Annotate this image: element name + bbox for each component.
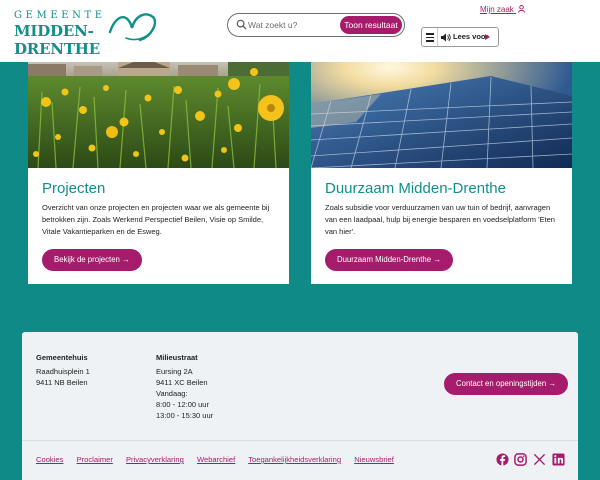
footer-link-privacy[interactable]: Privacyverklaring bbox=[126, 455, 184, 464]
duurzaam-text: Zoals subsidie voor verduurzamen van uw … bbox=[325, 203, 555, 237]
read-aloud-menu-button[interactable] bbox=[422, 28, 438, 46]
site-logo[interactable]: GEMEENTE MIDDEN-DRENTHE bbox=[14, 10, 156, 58]
milieustraat-title: Milieustraat bbox=[156, 353, 198, 362]
duurzaam-card: Duurzaam Midden-Drenthe Zoals subsidie v… bbox=[311, 62, 572, 284]
site-header: GEMEENTE MIDDEN-DRENTHE Wat zoekt u? Too… bbox=[0, 0, 600, 62]
milieustraat-address: Milieustraat Eursing 2A 9411 XC Beilen V… bbox=[156, 352, 213, 421]
play-icon[interactable] bbox=[485, 34, 490, 40]
milieustraat-today: Vandaag: bbox=[156, 389, 188, 398]
read-aloud-button[interactable]: Lees voor bbox=[453, 32, 488, 41]
footer-link-proclaimer[interactable]: Proclaimer bbox=[77, 455, 113, 464]
facebook-icon[interactable] bbox=[496, 453, 509, 466]
linkedin-icon[interactable] bbox=[552, 453, 565, 466]
site-footer: Gemeentehuis Raadhuisplein 1 9411 NB Bei… bbox=[22, 332, 578, 480]
milieustraat-hours-afternoon: 13:00 - 15:30 uur bbox=[156, 411, 214, 420]
gemeentehuis-title: Gemeentehuis bbox=[36, 353, 88, 362]
search-input[interactable]: Wat zoekt u? bbox=[248, 20, 297, 30]
duurzaam-title: Duurzaam Midden-Drenthe bbox=[325, 180, 506, 197]
bekijk-projecten-button[interactable]: Bekijk de projecten → bbox=[42, 249, 142, 271]
instagram-icon[interactable] bbox=[514, 453, 527, 466]
flower-field-image bbox=[28, 62, 289, 168]
logo-swoosh-icon bbox=[108, 13, 156, 42]
duurzaam-button[interactable]: Duurzaam Midden-Drenthe → bbox=[325, 249, 454, 271]
footer-divider bbox=[22, 440, 578, 441]
footer-link-nieuwsbrief[interactable]: Nieuwsbrief bbox=[354, 455, 394, 464]
search-submit-button[interactable]: Toon resultaat bbox=[340, 15, 402, 34]
solar-panels-image bbox=[311, 62, 572, 168]
x-icon[interactable] bbox=[533, 453, 546, 466]
projecten-text: Overzicht van onze projecten en projecte… bbox=[42, 203, 270, 237]
search-bar: Wat zoekt u? Toon resultaat bbox=[227, 13, 405, 37]
milieustraat-hours-morning: 8:00 - 12:00 uur bbox=[156, 400, 209, 409]
footer-link-cookies[interactable]: Cookies bbox=[36, 455, 63, 464]
milieustraat-street: Eursing 2A bbox=[156, 367, 193, 376]
gemeentehuis-address: Gemeentehuis Raadhuisplein 1 9411 NB Bei… bbox=[36, 352, 90, 388]
projecten-card: Projecten Overzicht van onze projecten e… bbox=[28, 62, 289, 284]
gemeentehuis-street: Raadhuisplein 1 bbox=[36, 367, 90, 376]
milieustraat-postal: 9411 XC Beilen bbox=[156, 378, 208, 387]
footer-links: Cookies Proclaimer Privacyverklaring Web… bbox=[36, 455, 405, 464]
contact-button[interactable]: Contact en openingstijden → bbox=[444, 373, 569, 395]
footer-link-webarchief[interactable]: Webarchief bbox=[197, 455, 235, 464]
gemeentehuis-postal: 9411 NB Beilen bbox=[36, 378, 88, 387]
footer-link-toegankelijkheid[interactable]: Toegankelijkheidsverklaring bbox=[248, 455, 341, 464]
read-aloud-bar: Lees voor bbox=[421, 27, 499, 47]
user-icon bbox=[518, 5, 525, 13]
speaker-icon bbox=[441, 33, 451, 42]
mijn-zaak-label: Mijn zaak bbox=[480, 5, 514, 14]
logo-line-1: GEMEENTE bbox=[14, 10, 106, 21]
projecten-title: Projecten bbox=[42, 180, 106, 197]
mijn-zaak-link[interactable]: Mijn zaak bbox=[480, 5, 525, 14]
search-icon bbox=[236, 19, 247, 30]
